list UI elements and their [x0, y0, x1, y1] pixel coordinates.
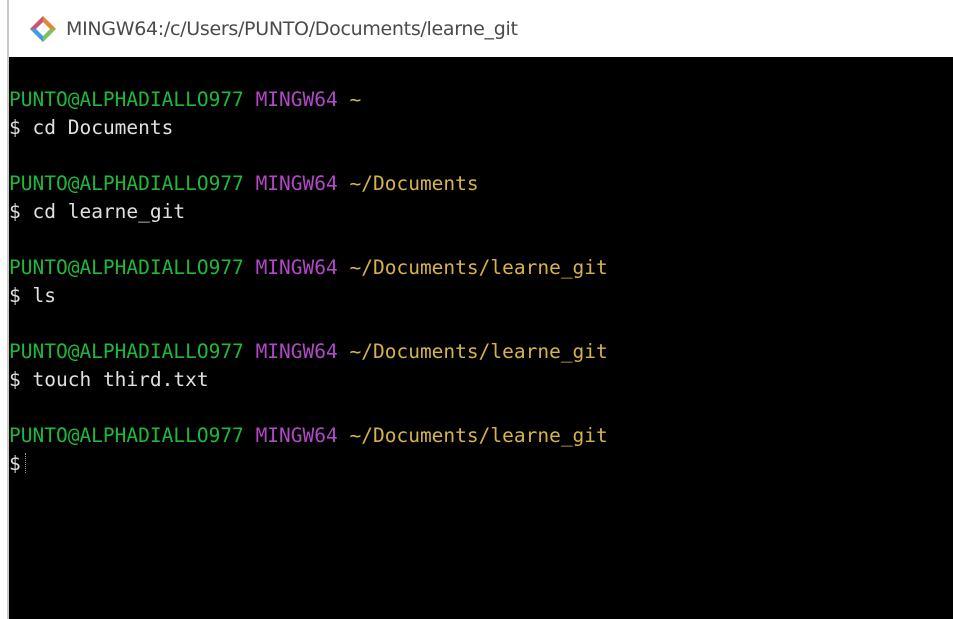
command-text: ls [32, 284, 56, 307]
prompt-path: ~/Documents/learne_git [349, 256, 608, 279]
prompt-host: MINGW64 [255, 424, 338, 447]
command-line: $ touch third.txt [9, 366, 953, 394]
prompt-symbol: $ [9, 368, 21, 391]
prompt-line: PUNTO@ALPHADIALLO977 MINGW64 ~/Documents… [9, 338, 953, 366]
prompt-line: PUNTO@ALPHADIALLO977 MINGW64 ~/Documents… [9, 254, 953, 282]
command-text: touch third.txt [32, 368, 209, 391]
git-bash-icon [28, 14, 58, 44]
prompt-host: MINGW64 [255, 88, 338, 111]
prompt-symbol: $ [9, 452, 21, 475]
prompt-path: ~/Documents/learne_git [349, 424, 608, 447]
command-line: $ cd learne_git [9, 198, 953, 226]
prompt-user: PUNTO@ALPHADIALLO977 [9, 172, 244, 195]
command-line: $ ls [9, 282, 953, 310]
title-bar[interactable]: MINGW64:/c/Users/PUNTO/Documents/learne_… [9, 0, 953, 57]
command-text: cd learne_git [32, 200, 186, 223]
prompt-host: MINGW64 [255, 340, 338, 363]
prompt-user: PUNTO@ALPHADIALLO977 [9, 256, 244, 279]
terminal-output[interactable]: PUNTO@ALPHADIALLO977 MINGW64 ~ $ cd Docu… [9, 57, 953, 619]
prompt-path: ~/Documents/learne_git [349, 340, 608, 363]
prompt-line: PUNTO@ALPHADIALLO977 MINGW64 ~ [9, 86, 953, 114]
prompt-symbol: $ [9, 284, 21, 307]
prompt-symbol: $ [9, 116, 21, 139]
prompt-user: PUNTO@ALPHADIALLO977 [9, 424, 244, 447]
command-text: cd Documents [32, 116, 174, 139]
prompt-symbol: $ [9, 200, 21, 223]
prompt-path: ~/Documents [349, 172, 479, 195]
command-line-active[interactable]: $ [9, 450, 953, 478]
prompt-line: PUNTO@ALPHADIALLO977 MINGW64 ~/Documents… [9, 422, 953, 450]
window-title: MINGW64:/c/Users/PUNTO/Documents/learne_… [66, 17, 518, 40]
prompt-host: MINGW64 [255, 256, 338, 279]
prompt-user: PUNTO@ALPHADIALLO977 [9, 340, 244, 363]
prompt-line: PUNTO@ALPHADIALLO977 MINGW64 ~/Documents [9, 170, 953, 198]
command-line: $ cd Documents [9, 114, 953, 142]
prompt-path: ~ [349, 88, 362, 111]
prompt-host: MINGW64 [255, 172, 338, 195]
prompt-user: PUNTO@ALPHADIALLO977 [9, 88, 244, 111]
text-cursor [24, 453, 27, 473]
terminal-window: MINGW64:/c/Users/PUNTO/Documents/learne_… [0, 0, 953, 619]
